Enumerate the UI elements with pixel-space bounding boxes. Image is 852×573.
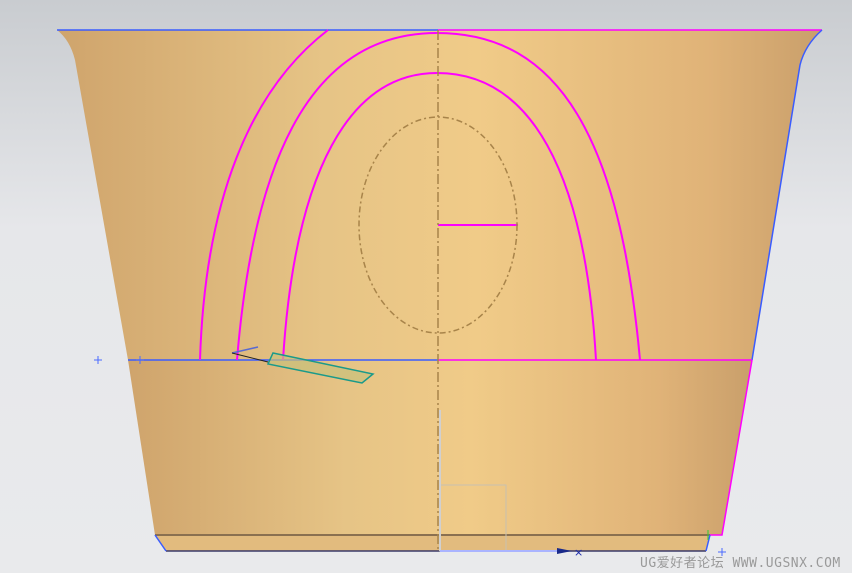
x-axis-icon: ×: [574, 546, 583, 559]
base-face[interactable]: [155, 535, 710, 551]
upper-body-face[interactable]: [57, 30, 822, 360]
cad-viewport[interactable]: ×: [0, 0, 852, 573]
watermark: UG爱好者论坛 WWW.UGSNX.COM: [640, 556, 841, 571]
